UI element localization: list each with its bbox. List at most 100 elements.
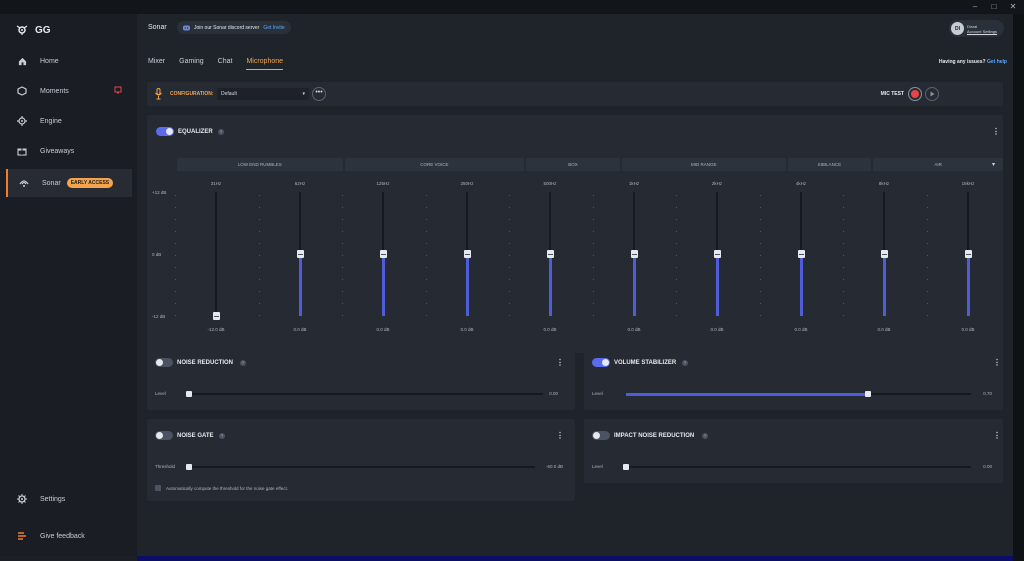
- eq-frequency-label: 500Hz: [543, 181, 557, 186]
- eq-gridline-tick: [843, 291, 844, 292]
- eq-slider-thumb[interactable]: [212, 312, 220, 320]
- close-button[interactable]: ✕: [1004, 0, 1022, 14]
- tab-microphone[interactable]: Microphone: [246, 58, 284, 70]
- eq-slider-thumb[interactable]: [463, 250, 471, 258]
- microphone-icon: [155, 88, 162, 100]
- volume-stabilizer-toggle[interactable]: [592, 358, 610, 367]
- eq-gridline-tick: [426, 291, 427, 292]
- eq-slider-thumb[interactable]: [379, 250, 387, 258]
- account-menu[interactable]: DI Dirzal Account Settings: [949, 20, 1004, 37]
- home-icon: [16, 55, 28, 67]
- sidebar-item-label: Giveaways: [40, 147, 75, 155]
- impact-noise-reduction-slider-label: Level: [592, 464, 603, 469]
- impact-noise-reduction-toggle[interactable]: [592, 431, 610, 440]
- eq-gridline-tick: [259, 231, 260, 232]
- eq-gridline-tick: [175, 195, 176, 196]
- eq-slider-thumb[interactable]: [797, 250, 805, 258]
- app-logo[interactable]: GG: [16, 23, 51, 37]
- volume-stabilizer-panel: VOLUME STABILIZER ? ⋮ Level 0.70: [584, 346, 1003, 410]
- eq-slider-thumb[interactable]: [713, 250, 721, 258]
- eq-gain-value: -12.0 dB: [207, 327, 225, 332]
- eq-gridline-tick: [509, 291, 510, 292]
- help-icon[interactable]: ?: [218, 129, 224, 135]
- discord-icon: [183, 25, 190, 30]
- sidebar-item-home[interactable]: Home: [6, 47, 132, 75]
- eq-gridline-tick: [259, 303, 260, 304]
- eq-gridline-tick: [509, 231, 510, 232]
- eq-gridline-tick: [426, 303, 427, 304]
- equalizer-menu-kebab-icon[interactable]: ⋮: [992, 127, 1000, 137]
- volume-stabilizer-slider-thumb[interactable]: [864, 391, 871, 397]
- noise-gate-slider-track[interactable]: [189, 466, 535, 468]
- volume-stabilizer-menu-kebab-icon[interactable]: ⋮: [993, 358, 1001, 368]
- impact-noise-reduction-slider-thumb[interactable]: [623, 464, 629, 470]
- eq-frequency-label: 8kHz: [878, 181, 890, 186]
- eq-gridline-tick: [175, 219, 176, 220]
- maximize-button[interactable]: □: [985, 0, 1003, 14]
- help-icon[interactable]: ?: [240, 360, 246, 366]
- tab-gaming[interactable]: Gaming: [179, 58, 204, 70]
- volume-stabilizer-slider-label: Level: [592, 391, 603, 396]
- help-icon[interactable]: ?: [219, 433, 225, 439]
- mic-test-play-button[interactable]: [925, 87, 939, 101]
- impact-noise-reduction-menu-kebab-icon[interactable]: ⋮: [993, 431, 1001, 441]
- eq-gridline-tick: [843, 279, 844, 280]
- noise-gate-slider-thumb[interactable]: [186, 464, 192, 470]
- configuration-more-button[interactable]: •••: [312, 87, 326, 101]
- mic-test-record-button[interactable]: [908, 87, 922, 101]
- chevron-down-icon: ▾: [302, 91, 305, 97]
- tab-chat[interactable]: Chat: [218, 58, 233, 70]
- volume-stabilizer-title: VOLUME STABILIZER: [614, 360, 677, 366]
- tab-mixer[interactable]: Mixer: [148, 58, 165, 70]
- eq-slider-thumb[interactable]: [880, 250, 888, 258]
- noise-reduction-menu-kebab-icon[interactable]: ⋮: [556, 358, 564, 368]
- volume-stabilizer-value: 0.70: [983, 391, 992, 396]
- discord-invite-banner[interactable]: Join our Sonar discord server Get Invite: [177, 21, 291, 34]
- sidebar-item-settings[interactable]: Settings: [6, 485, 132, 513]
- eq-slider-thumb[interactable]: [964, 250, 972, 258]
- sidebar-item-sonar[interactable]: Sonar EARLY ACCESS: [6, 169, 132, 197]
- band-label: CORE VOICE: [344, 158, 525, 171]
- minimize-button[interactable]: –: [966, 0, 984, 14]
- noise-reduction-toggle[interactable]: [155, 358, 173, 367]
- sidebar-item-label: Moments: [40, 87, 69, 95]
- auto-threshold-checkbox[interactable]: [155, 485, 161, 491]
- noise-gate-toggle[interactable]: [155, 431, 173, 440]
- eq-gridline-tick: [259, 195, 260, 196]
- configuration-value: Default: [221, 91, 237, 97]
- configuration-select[interactable]: Default ▾: [217, 88, 309, 100]
- eq-slider-thumb[interactable]: [630, 250, 638, 258]
- eq-gridline-tick: [342, 207, 343, 208]
- impact-noise-reduction-slider-track[interactable]: [626, 466, 971, 468]
- discord-invite-link[interactable]: Get Invite: [263, 25, 284, 31]
- window-titlebar: – □ ✕: [0, 0, 1024, 14]
- sidebar-item-moments[interactable]: Moments: [6, 77, 132, 105]
- noise-reduction-slider-thumb[interactable]: [186, 391, 192, 397]
- early-access-badge: EARLY ACCESS: [66, 178, 114, 188]
- eq-gridline-tick: [259, 243, 260, 244]
- sidebar-item-feedback[interactable]: Give feedback: [6, 522, 132, 550]
- sidebar-item-giveaways[interactable]: Giveaways: [6, 137, 132, 165]
- band-dropdown[interactable]: AIR ▾: [873, 158, 1003, 171]
- eq-gridline-tick: [342, 243, 343, 244]
- eq-gain-value: 0.0 dB: [460, 327, 474, 332]
- help-icon[interactable]: ?: [702, 433, 708, 439]
- eq-slider-track[interactable]: [215, 192, 217, 316]
- eq-gridline-tick: [927, 315, 928, 316]
- eq-gridline-tick: [342, 291, 343, 292]
- eq-slider-fill: [799, 254, 803, 316]
- help-icon[interactable]: ?: [682, 360, 688, 366]
- equalizer-toggle[interactable]: [156, 127, 174, 136]
- sidebar-item-engine[interactable]: Engine: [6, 107, 132, 135]
- eq-gridline-tick: [760, 231, 761, 232]
- get-help-link[interactable]: Get help: [987, 59, 1007, 65]
- account-settings-link[interactable]: Account Settings: [967, 29, 997, 34]
- eq-slider-thumb[interactable]: [296, 250, 304, 258]
- noise-gate-menu-kebab-icon[interactable]: ⋮: [556, 431, 564, 441]
- eq-gridline-tick: [676, 267, 677, 268]
- y-axis-label: +12 dB: [152, 190, 167, 195]
- eq-gridline-tick: [760, 279, 761, 280]
- eq-slider-thumb[interactable]: [546, 250, 554, 258]
- noise-reduction-slider-track[interactable]: [189, 393, 543, 395]
- band-label: BOX: [526, 158, 620, 171]
